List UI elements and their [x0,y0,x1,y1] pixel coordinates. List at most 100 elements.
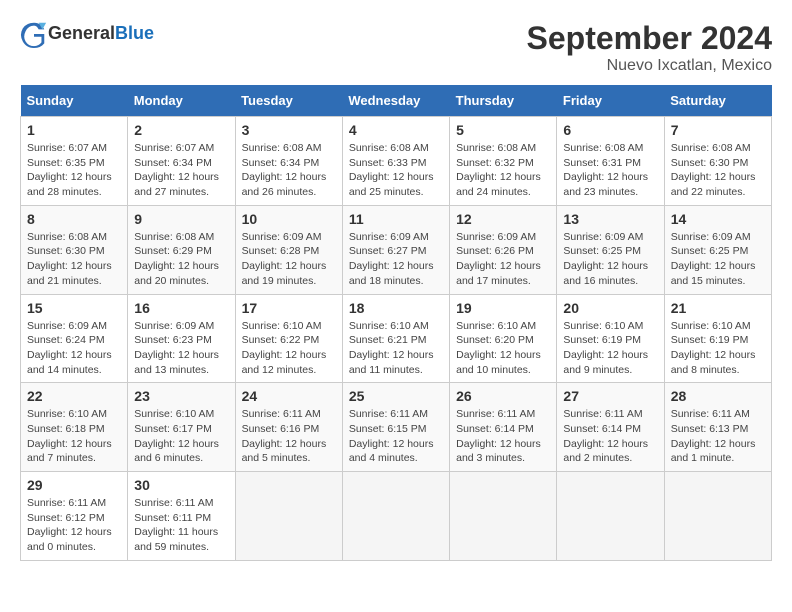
day-number: 9 [134,211,228,227]
cell-text: Sunrise: 6:11 AMSunset: 6:13 PMDaylight:… [671,407,765,466]
weekday-header-monday: Monday [128,85,235,117]
day-number: 11 [349,211,443,227]
calendar-cell: 1 Sunrise: 6:07 AMSunset: 6:35 PMDaylight… [21,117,128,206]
title-area: September 2024 Nuevo Ixcatlan, Mexico [527,20,772,75]
calendar-cell: 8 Sunrise: 6:08 AMSunset: 6:30 PMDaylight… [21,205,128,294]
calendar-cell: 18 Sunrise: 6:10 AMSunset: 6:21 PMDayligh… [342,294,449,383]
logo-text-blue: Blue [115,23,154,43]
calendar-week-row: 29 Sunrise: 6:11 AMSunset: 6:12 PMDayligh… [21,472,772,561]
calendar-cell: 16 Sunrise: 6:09 AMSunset: 6:23 PMDayligh… [128,294,235,383]
calendar-week-row: 1 Sunrise: 6:07 AMSunset: 6:35 PMDaylight… [21,117,772,206]
calendar-cell [450,472,557,561]
calendar-cell: 11 Sunrise: 6:09 AMSunset: 6:27 PMDayligh… [342,205,449,294]
day-number: 27 [563,388,657,404]
calendar-cell: 27 Sunrise: 6:11 AMSunset: 6:14 PMDayligh… [557,383,664,472]
cell-text: Sunrise: 6:07 AMSunset: 6:34 PMDaylight:… [134,141,228,200]
calendar-cell [342,472,449,561]
cell-text: Sunrise: 6:09 AMSunset: 6:28 PMDaylight:… [242,230,336,289]
cell-text: Sunrise: 6:09 AMSunset: 6:24 PMDaylight:… [27,319,121,378]
day-number: 29 [27,477,121,493]
header: GeneralBlue September 2024 Nuevo Ixcatla… [20,20,772,75]
cell-text: Sunrise: 6:10 AMSunset: 6:21 PMDaylight:… [349,319,443,378]
cell-text: Sunrise: 6:09 AMSunset: 6:23 PMDaylight:… [134,319,228,378]
day-number: 6 [563,122,657,138]
weekday-header-tuesday: Tuesday [235,85,342,117]
calendar: SundayMondayTuesdayWednesdayThursdayFrid… [20,85,772,561]
calendar-cell: 12 Sunrise: 6:09 AMSunset: 6:26 PMDayligh… [450,205,557,294]
day-number: 16 [134,300,228,316]
cell-text: Sunrise: 6:09 AMSunset: 6:25 PMDaylight:… [563,230,657,289]
calendar-cell: 19Sunrise: 6:10 AMSunset: 6:20 PMDayligh… [450,294,557,383]
weekday-header-thursday: Thursday [450,85,557,117]
day-number: 13 [563,211,657,227]
cell-text: Sunrise: 6:07 AMSunset: 6:35 PMDaylight:… [27,141,121,200]
day-number: 28 [671,388,765,404]
weekday-header-friday: Friday [557,85,664,117]
cell-text: Sunrise: 6:09 AMSunset: 6:26 PMDaylight:… [456,230,550,289]
calendar-cell: 9Sunrise: 6:08 AMSunset: 6:29 PMDaylight… [128,205,235,294]
day-number: 21 [671,300,765,316]
calendar-cell [557,472,664,561]
day-number: 12 [456,211,550,227]
calendar-cell: 3Sunrise: 6:08 AMSunset: 6:34 PMDaylight… [235,117,342,206]
logo-icon [20,20,48,48]
day-number: 1 [27,122,121,138]
day-number: 10 [242,211,336,227]
cell-text: Sunrise: 6:10 AMSunset: 6:22 PMDaylight:… [242,319,336,378]
calendar-cell: 26Sunrise: 6:11 AMSunset: 6:14 PMDayligh… [450,383,557,472]
cell-text: Sunrise: 6:08 AMSunset: 6:30 PMDaylight:… [671,141,765,200]
cell-text: Sunrise: 6:08 AMSunset: 6:30 PMDaylight:… [27,230,121,289]
calendar-cell: 21 Sunrise: 6:10 AMSunset: 6:19 PMDayligh… [664,294,771,383]
calendar-cell: 6 Sunrise: 6:08 AMSunset: 6:31 PMDaylight… [557,117,664,206]
calendar-cell: 29 Sunrise: 6:11 AMSunset: 6:12 PMDayligh… [21,472,128,561]
calendar-cell: 17 Sunrise: 6:10 AMSunset: 6:22 PMDayligh… [235,294,342,383]
day-number: 8 [27,211,121,227]
cell-text: Sunrise: 6:11 AMSunset: 6:12 PMDaylight:… [27,496,121,555]
day-number: 18 [349,300,443,316]
calendar-cell: 20 Sunrise: 6:10 AMSunset: 6:19 PMDayligh… [557,294,664,383]
cell-text: Sunrise: 6:11 AMSunset: 6:14 PMDaylight:… [563,407,657,466]
day-number: 30 [134,477,228,493]
weekday-header-row: SundayMondayTuesdayWednesdayThursdayFrid… [21,85,772,117]
cell-text: Sunrise: 6:10 AMSunset: 6:19 PMDaylight:… [563,319,657,378]
day-number: 24 [242,388,336,404]
day-number: 5 [456,122,550,138]
day-number: 22 [27,388,121,404]
cell-text: Sunrise: 6:10 AMSunset: 6:18 PMDaylight:… [27,407,121,466]
calendar-cell: 22 Sunrise: 6:10 AMSunset: 6:18 PMDayligh… [21,383,128,472]
cell-text: Sunrise: 6:11 AMSunset: 6:14 PMDaylight:… [456,407,550,466]
calendar-week-row: 22 Sunrise: 6:10 AMSunset: 6:18 PMDayligh… [21,383,772,472]
day-number: 17 [242,300,336,316]
month-title: September 2024 [527,20,772,57]
weekday-header-saturday: Saturday [664,85,771,117]
calendar-week-row: 8 Sunrise: 6:08 AMSunset: 6:30 PMDaylight… [21,205,772,294]
day-number: 15 [27,300,121,316]
cell-text: Sunrise: 6:09 AMSunset: 6:27 PMDaylight:… [349,230,443,289]
calendar-cell: 30 Sunrise: 6:11 AMSunset: 6:11 PMDayligh… [128,472,235,561]
calendar-cell: 28 Sunrise: 6:11 AMSunset: 6:13 PMDayligh… [664,383,771,472]
cell-text: Sunrise: 6:10 AMSunset: 6:19 PMDaylight:… [671,319,765,378]
cell-text: Sunrise: 6:09 AMSunset: 6:25 PMDaylight:… [671,230,765,289]
day-number: 7 [671,122,765,138]
calendar-cell: 2Sunrise: 6:07 AMSunset: 6:34 PMDaylight… [128,117,235,206]
cell-text: Sunrise: 6:08 AMSunset: 6:31 PMDaylight:… [563,141,657,200]
cell-text: Sunrise: 6:08 AMSunset: 6:33 PMDaylight:… [349,141,443,200]
cell-text: Sunrise: 6:08 AMSunset: 6:32 PMDaylight:… [456,141,550,200]
calendar-cell: 23Sunrise: 6:10 AMSunset: 6:17 PMDayligh… [128,383,235,472]
cell-text: Sunrise: 6:11 AMSunset: 6:11 PMDaylight:… [134,496,228,555]
calendar-cell: 14 Sunrise: 6:09 AMSunset: 6:25 PMDayligh… [664,205,771,294]
cell-text: Sunrise: 6:10 AMSunset: 6:20 PMDaylight:… [456,319,550,378]
logo: GeneralBlue [20,20,154,48]
cell-text: Sunrise: 6:11 AMSunset: 6:16 PMDaylight:… [242,407,336,466]
calendar-cell: 5 Sunrise: 6:08 AMSunset: 6:32 PMDaylight… [450,117,557,206]
day-number: 14 [671,211,765,227]
logo-text-general: General [48,23,115,43]
calendar-cell [235,472,342,561]
calendar-cell: 10 Sunrise: 6:09 AMSunset: 6:28 PMDayligh… [235,205,342,294]
calendar-cell: 24 Sunrise: 6:11 AMSunset: 6:16 PMDayligh… [235,383,342,472]
day-number: 20 [563,300,657,316]
cell-text: Sunrise: 6:11 AMSunset: 6:15 PMDaylight:… [349,407,443,466]
calendar-week-row: 15 Sunrise: 6:09 AMSunset: 6:24 PMDayligh… [21,294,772,383]
day-number: 3 [242,122,336,138]
weekday-header-sunday: Sunday [21,85,128,117]
